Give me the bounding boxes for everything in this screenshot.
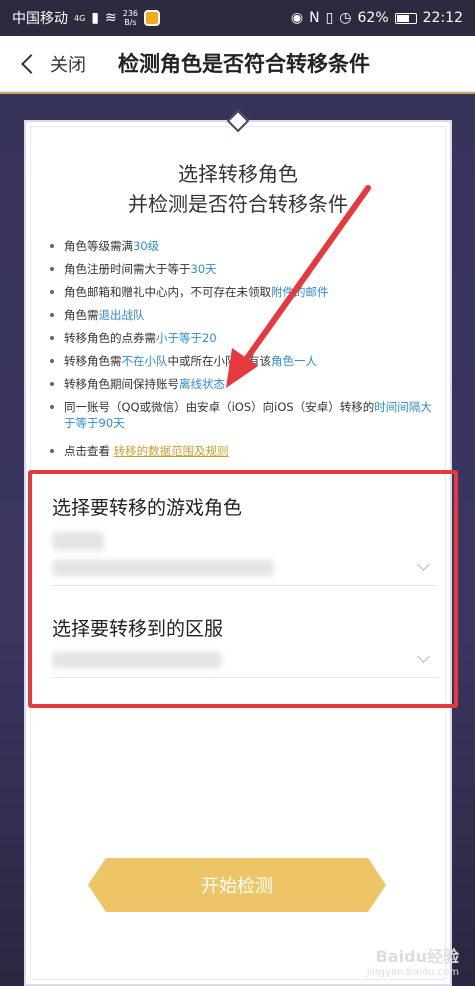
role-section-title: 选择要转移的游戏角色 — [52, 497, 243, 519]
clock: 22:12 — [422, 10, 463, 26]
close-label: 关闭 — [50, 54, 86, 76]
vibrate-icon: ▯ — [325, 10, 334, 26]
watermark: Baidu经验 jingyan.baidu.com — [366, 947, 459, 978]
nav-header: 关闭 检测角色是否符合转移条件 — [0, 36, 475, 92]
rule-item: 转移角色的点券需小于等于20 — [48, 330, 438, 346]
close-button[interactable]: 关闭 — [0, 51, 86, 77]
rule-item: 角色等级需满30级 — [48, 238, 438, 254]
rules-list: 角色等级需满30级 角色注册时间需大于等于30天 角色邮箱和赠礼中心内，不可存在… — [48, 238, 438, 466]
rule-item: 角色注册时间需大于等于30天 — [48, 261, 438, 277]
chevron-left-icon — [21, 53, 41, 74]
network-type: 4G — [74, 13, 86, 23]
rule-item: 转移角色期间保持账号离线状态 — [48, 376, 438, 392]
app-notification-icon — [144, 10, 161, 26]
eye-icon: ◉ — [290, 10, 304, 26]
wifi-icon: ≋ — [105, 10, 117, 26]
rule-item: 角色邮箱和赠礼中心内，不可存在未领取附件的邮件 — [48, 284, 438, 300]
carrier-label: 中国移动 — [12, 11, 68, 27]
card-title-line2: 并检测是否符合转移条件 — [128, 192, 348, 216]
nfc-icon: N — [309, 10, 320, 26]
blurred-role-name — [52, 532, 104, 550]
rule-item: 同一账号（QQ或微信）由安卓（iOS）向iOS（安卓）转移的时间间隔大于等于90… — [48, 399, 438, 431]
blurred-role-value — [52, 560, 274, 576]
server-section-title: 选择要转移到的区服 — [52, 618, 224, 640]
role-select[interactable] — [52, 552, 438, 586]
battery-icon — [394, 12, 417, 24]
rule-item: 转移角色需不在小队中或所在小队仅有该角色一人 — [48, 353, 438, 369]
rules-link[interactable]: 转移的数据范围及规则 — [114, 444, 229, 458]
alarm-icon: ◷ — [339, 10, 352, 26]
start-check-button[interactable]: 开始检测 — [88, 858, 386, 912]
rule-item: 角色需退出战队 — [48, 307, 438, 323]
blurred-server-value — [52, 652, 222, 668]
server-select[interactable] — [52, 644, 438, 678]
signal-icon: ▮ — [91, 10, 100, 26]
rules-link-row: 点击查看 转移的数据范围及规则 — [48, 443, 438, 459]
battery-percent: 62% — [357, 10, 389, 26]
page-title: 检测角色是否符合转移条件 — [118, 52, 370, 76]
chevron-down-icon — [417, 558, 430, 571]
divider — [0, 92, 475, 94]
card-title-line1: 选择转移角色 — [178, 162, 298, 186]
chevron-down-icon — [417, 650, 430, 663]
status-bar: 中国移动 4G ▮ ≋ 236 B/s ◉ N ▯ ◷ 62% 22:12 — [0, 0, 475, 36]
net-speed: 236 B/s — [122, 9, 139, 27]
